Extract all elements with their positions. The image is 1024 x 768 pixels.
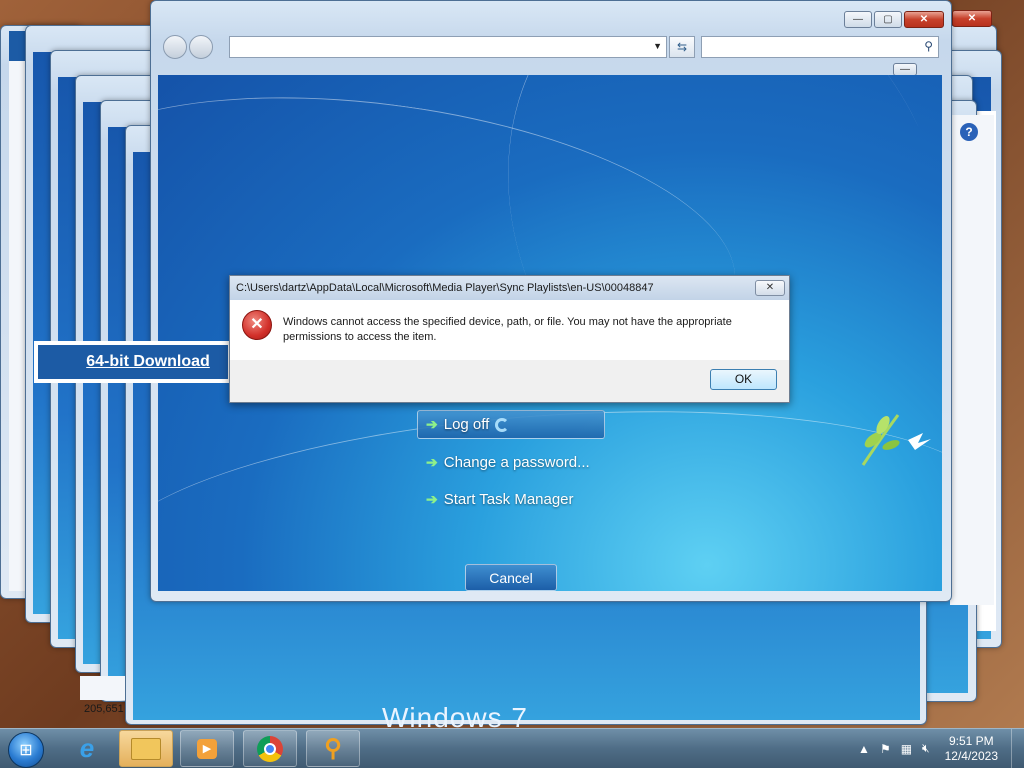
- chevron-down-icon[interactable]: ▼: [653, 41, 662, 51]
- download-button-area[interactable]: 64-bit Download: [38, 345, 228, 379]
- error-dialog: C:\Users\dartz\AppData\Local\Microsoft\M…: [229, 275, 790, 403]
- ie-icon[interactable]: e: [60, 730, 114, 767]
- logoff-option[interactable]: ➔ Log off: [426, 416, 510, 433]
- dialog-titlebar[interactable]: C:\Users\dartz\AppData\Local\Microsoft\M…: [230, 276, 789, 300]
- back-button[interactable]: [163, 35, 187, 59]
- arrow-right-icon: ➔: [426, 491, 438, 507]
- caption-buttons: — ▢ ✕: [844, 11, 944, 28]
- explorer-icon[interactable]: [119, 730, 173, 767]
- bird-branch-icon: [861, 414, 931, 466]
- forward-button[interactable]: [189, 35, 213, 59]
- help-icon[interactable]: ?: [960, 123, 978, 141]
- dialog-title: C:\Users\dartz\AppData\Local\Microsoft\M…: [236, 282, 654, 294]
- dialog-body: ✕ Windows cannot access the specified de…: [230, 300, 789, 360]
- download-64bit-link[interactable]: 64-bit Download: [56, 353, 210, 371]
- cancel-button[interactable]: Cancel: [465, 564, 557, 591]
- status-text: 205,651: [84, 703, 124, 715]
- search-icon[interactable]: ⚲: [924, 39, 933, 53]
- close-icon[interactable]: ✕: [755, 280, 785, 296]
- volume-muted-icon[interactable]: 🔇︎: [922, 741, 930, 756]
- change-password-label: Change a password...: [443, 454, 590, 471]
- change-password-option[interactable]: ➔ Change a password...: [426, 454, 590, 471]
- system-tray: ▲ ⚑ ▦ 🔇︎ 9:51 PM 12/4/2023: [853, 729, 1012, 768]
- download-panel: 64-bit Download: [34, 341, 230, 383]
- clock-date: 12/4/2023: [944, 748, 998, 763]
- search-input[interactable]: ⚲: [701, 36, 939, 58]
- error-icon: ✕: [242, 310, 272, 340]
- status-strip: [80, 676, 125, 700]
- media-player-icon[interactable]: ▶: [180, 730, 234, 767]
- show-desktop-button[interactable]: [1011, 729, 1024, 768]
- maximize-icon[interactable]: ▢: [874, 11, 902, 28]
- network-icon[interactable]: ▦: [901, 742, 912, 756]
- close-icon[interactable]: ✕: [952, 10, 992, 27]
- arrow-right-icon: ➔: [426, 454, 438, 470]
- task-manager-option[interactable]: ➔ Start Task Manager: [426, 491, 574, 508]
- chrome-icon[interactable]: [243, 730, 297, 767]
- minimize-icon[interactable]: —: [844, 11, 872, 28]
- windows-logo-icon: ⊞: [19, 742, 33, 759]
- action-center-icon[interactable]: ⚑: [880, 742, 891, 756]
- logoff-label: Log off: [443, 416, 490, 433]
- side-panel: ?: [950, 115, 994, 605]
- close-icon[interactable]: ✕: [904, 11, 944, 28]
- ok-button[interactable]: OK: [710, 369, 777, 390]
- show-hidden-icons-icon[interactable]: ▲: [858, 742, 870, 756]
- busy-spinner-icon: [495, 417, 510, 432]
- clock[interactable]: 9:51 PM 12/4/2023: [945, 734, 998, 764]
- refresh-button[interactable]: ⇆: [669, 36, 695, 58]
- start-button[interactable]: ⊞: [8, 732, 44, 768]
- search-app-icon[interactable]: ⚲: [306, 730, 360, 767]
- taskbar: ⊞ e ▶ ⚲ ▲ ⚑ ▦ 🔇︎ 9:51 PM 12/4/2023: [0, 728, 1024, 768]
- error-message: Windows cannot access the specified devi…: [283, 316, 732, 343]
- task-manager-label: Start Task Manager: [443, 491, 574, 508]
- address-bar[interactable]: ▼: [229, 36, 667, 58]
- caption-buttons: ✕: [952, 10, 992, 27]
- arrow-right-icon: ➔: [426, 416, 438, 432]
- clock-time: 9:51 PM: [948, 733, 994, 748]
